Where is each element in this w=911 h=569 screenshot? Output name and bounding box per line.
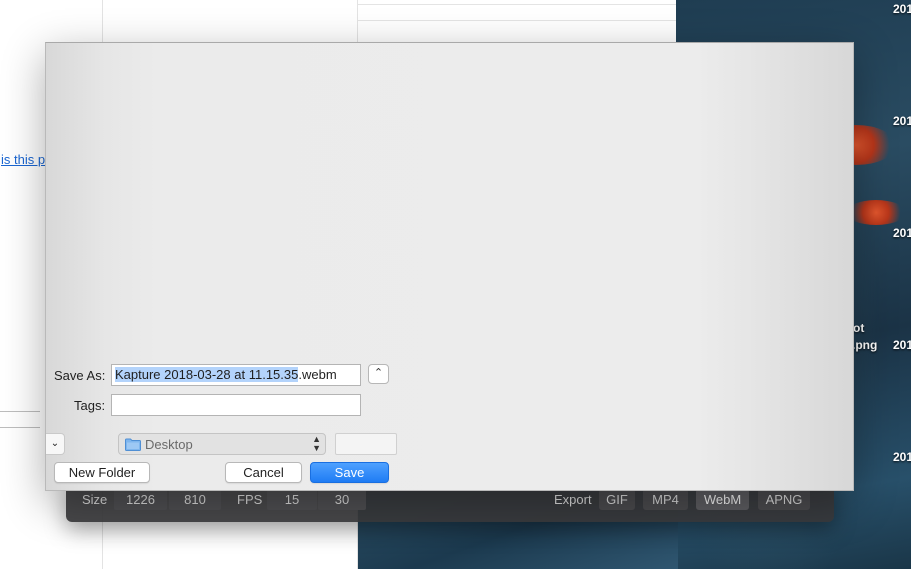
up-down-arrows-icon: ▲ ▼ xyxy=(312,434,321,453)
width-field[interactable]: 1226 xyxy=(114,489,167,510)
desktop-file-label[interactable]: 201 xyxy=(893,114,911,128)
folder-icon xyxy=(125,438,141,451)
wallpaper-lava xyxy=(846,200,906,225)
table-row-divider xyxy=(358,20,676,21)
desktop-file-label[interactable]: 201 xyxy=(893,450,911,464)
desktop-file-name[interactable]: .png xyxy=(852,338,877,352)
export-gif-button[interactable]: GIF xyxy=(599,489,635,510)
export-mp4-button[interactable]: MP4 xyxy=(643,489,688,510)
size-label: Size xyxy=(82,492,108,507)
location-label: Desktop xyxy=(145,437,193,452)
fps-option-15[interactable]: 15 xyxy=(267,489,317,510)
search-field[interactable] xyxy=(335,433,397,455)
height-field[interactable]: 810 xyxy=(169,489,221,510)
desktop-file-label[interactable]: 201 xyxy=(893,2,911,16)
save-dialog: Save As: Kapture 2018-03-28 at 11.15.35.… xyxy=(45,42,854,491)
expand-dialog-button[interactable]: ⌃ xyxy=(368,364,389,384)
desktop-file-label[interactable]: 201 xyxy=(893,226,911,240)
filename-selection: Kapture 2018-03-28 at 11.15.35 xyxy=(115,367,299,382)
fps-option-30[interactable]: 30 xyxy=(318,489,366,510)
partial-link[interactable]: is this p xyxy=(1,152,45,167)
chevron-down-icon: ⌄ xyxy=(50,438,60,449)
desktop-file-name[interactable]: ot xyxy=(853,321,864,335)
new-folder-button[interactable]: New Folder xyxy=(54,462,150,483)
location-popup[interactable]: Desktop ▲ ▼ xyxy=(118,433,326,455)
export-label: Export xyxy=(554,492,592,507)
table-row-divider xyxy=(358,4,676,5)
export-webm-button[interactable]: WebM xyxy=(696,489,749,510)
tags-input[interactable] xyxy=(111,394,361,416)
save-as-label: Save As: xyxy=(54,368,106,383)
save-button[interactable]: Save xyxy=(310,462,389,483)
desktop-file-label[interactable]: 201 xyxy=(893,338,911,352)
sidebar-toggle-button[interactable]: ⌄ xyxy=(46,433,65,455)
cancel-button[interactable]: Cancel xyxy=(225,462,302,483)
filename-input[interactable]: Kapture 2018-03-28 at 11.15.35.webm xyxy=(111,364,361,386)
divider xyxy=(0,427,40,428)
divider xyxy=(0,411,40,412)
chevron-up-icon: ⌃ xyxy=(373,367,384,379)
export-apng-button[interactable]: APNG xyxy=(758,489,810,510)
tags-label: Tags: xyxy=(74,398,106,413)
fps-label: FPS xyxy=(237,492,263,507)
filename-extension: .webm xyxy=(298,367,337,382)
